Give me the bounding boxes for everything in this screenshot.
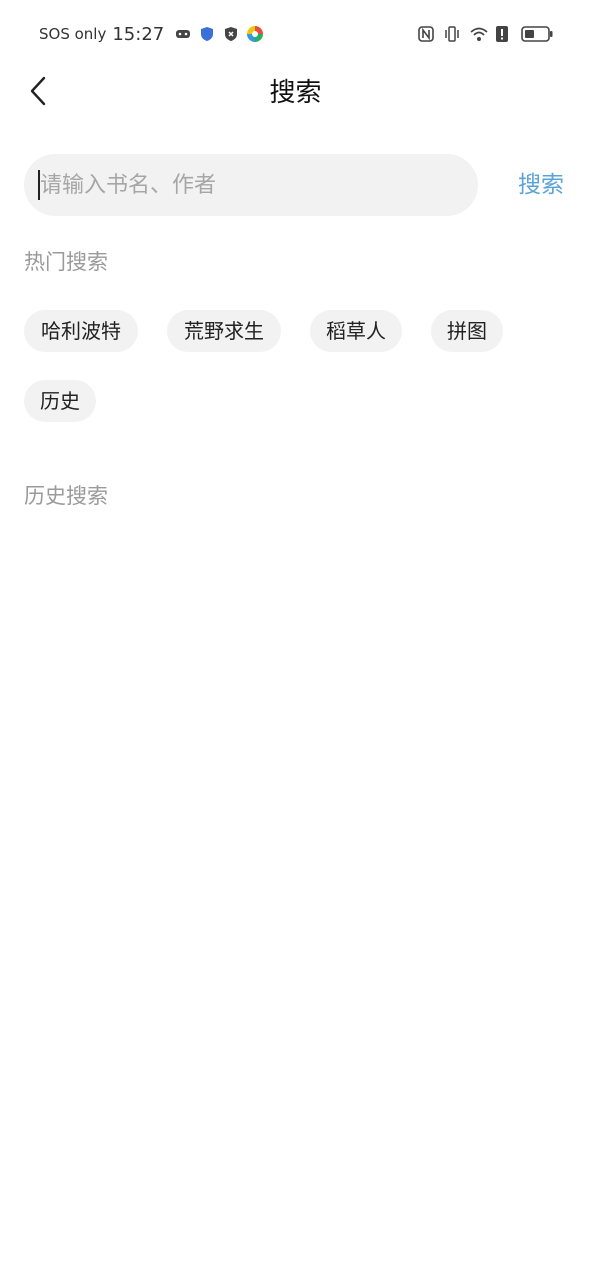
carrier-label: SOS only <box>39 25 107 43</box>
vibrate-icon <box>443 25 461 43</box>
game-controller-icon <box>174 25 192 43</box>
wifi-icon <box>469 25 488 43</box>
search-page: SOS only 15:27 搜索 请输入书名、作者 搜索 热门搜索 哈利波特 … <box>0 0 591 1280</box>
search-button[interactable]: 搜索 <box>508 166 574 204</box>
clock: 15:27 <box>112 23 165 45</box>
hot-tag[interactable]: 历史 <box>24 380 96 422</box>
hot-search-title: 热门搜索 <box>24 250 108 274</box>
search-box[interactable] <box>24 154 478 216</box>
history-search-title: 历史搜索 <box>24 484 108 508</box>
search-input[interactable] <box>38 170 460 200</box>
battery-icon <box>521 25 553 43</box>
status-bar-right <box>417 22 553 46</box>
color-wheel-icon <box>246 25 264 43</box>
status-bar-left: SOS only 15:27 <box>39 22 264 46</box>
header: 搜索 <box>0 66 591 120</box>
hot-tag[interactable]: 拼图 <box>431 310 503 352</box>
hot-tag[interactable]: 稻草人 <box>310 310 402 352</box>
page-title: 搜索 <box>269 78 322 108</box>
hot-tag[interactable]: 哈利波特 <box>24 310 138 352</box>
nfc-icon <box>417 25 435 43</box>
alert-icon <box>495 25 513 43</box>
status-bar: SOS only 15:27 <box>0 0 591 66</box>
shield-icon <box>198 25 216 43</box>
hot-tag[interactable]: 荒野求生 <box>167 310 281 352</box>
security-icon <box>222 25 240 43</box>
